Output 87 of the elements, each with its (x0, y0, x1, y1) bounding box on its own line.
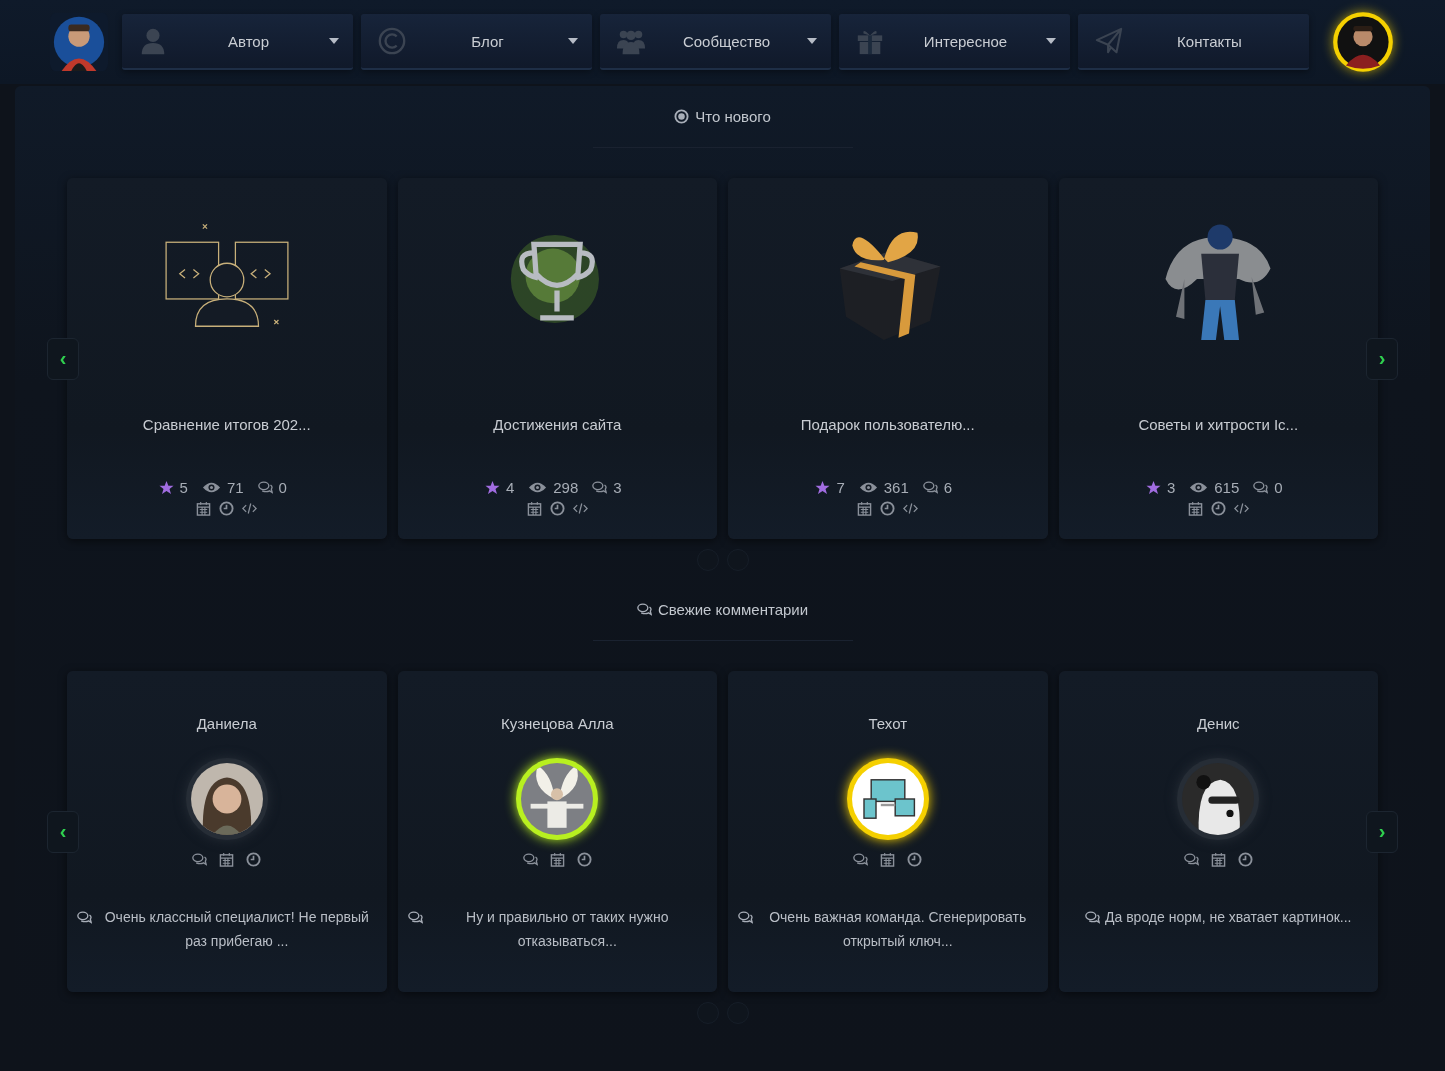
code-icon (572, 501, 588, 516)
comments-icon (522, 852, 538, 867)
calendar-icon (219, 852, 235, 867)
clock-icon (246, 852, 262, 867)
post-card[interactable]: Советы и хитрости Ic... 3 615 0 (1058, 178, 1378, 539)
author-name: Даниела (196, 715, 257, 732)
comments-icon (922, 480, 938, 495)
comment-card[interactable]: Денис Да вроде норм, не хватает картинок... (1058, 671, 1378, 992)
post-card[interactable]: Сравнение итогов 202... 5 71 0 (67, 178, 387, 539)
comments-icon (77, 910, 92, 925)
nav-item[interactable]: Контакты (1078, 14, 1309, 70)
section-title: Свежие комментарии (657, 601, 809, 618)
nav-item[interactable]: Интересное (839, 14, 1070, 70)
author-name: Кузнецова Алла (500, 715, 614, 732)
rating-count: 7 (836, 479, 845, 496)
comment-card[interactable]: Техот Очень важная команда. Сгенерировать открытый ключ... (728, 671, 1048, 992)
paper-plane-icon (1094, 26, 1124, 56)
previous-button[interactable]: ‹ (47, 337, 79, 380)
nav-item[interactable]: Автор (122, 14, 353, 70)
comment-count: 0 (278, 479, 287, 496)
comments-icon (1183, 852, 1199, 867)
comment-excerpt: Очень классный специалист! Не первый раз прибегаю ... (103, 908, 370, 951)
calendar-icon (880, 852, 896, 867)
nav-item[interactable]: Сообщество (600, 14, 831, 70)
clock-icon (219, 501, 235, 516)
comment-excerpt: Ну и правильно от таких нужно отказываться... (465, 908, 670, 951)
clock-icon (907, 852, 923, 867)
rating-count: 4 (505, 479, 515, 496)
view-count: 361 (883, 479, 909, 496)
comments-icon (1085, 910, 1100, 925)
post-title: Подарок пользователю... (800, 416, 975, 433)
view-count: 71 (226, 479, 244, 496)
star-icon (484, 480, 500, 495)
next-button[interactable]: › (1366, 810, 1398, 853)
comments-icon (1253, 480, 1269, 495)
comments-icon (636, 602, 652, 617)
comments-icon (407, 910, 423, 925)
section-title: Что нового (695, 108, 771, 125)
code-icon (903, 501, 919, 516)
clock-icon (576, 852, 592, 867)
calendar-icon (526, 501, 542, 516)
code-icon (1233, 501, 1249, 516)
comments-icon (257, 480, 273, 495)
view-count: 298 (553, 479, 579, 496)
comment-card[interactable]: Даниела Очень классный специалист! Не первый раз прибегаю ... (67, 671, 387, 992)
eye-icon (858, 480, 878, 495)
author-name: Денис (1196, 715, 1240, 732)
clock-icon (549, 501, 565, 516)
clock-icon (880, 501, 896, 516)
clock-icon (1237, 852, 1253, 867)
rating-count: 5 (179, 479, 188, 496)
comment-excerpt: Да вроде норм, не хватает картинок... (1105, 908, 1352, 927)
comment-count: 0 (1274, 479, 1283, 496)
post-title: Достижения сайта (493, 416, 622, 433)
code-icon (242, 501, 258, 516)
star-icon (1145, 480, 1161, 495)
comment-excerpt: Очень важная команда. Сгенерировать открытый ключ... (768, 908, 1028, 951)
calendar-icon (1187, 501, 1203, 516)
calendar-icon (549, 852, 565, 867)
dot-circle-icon (674, 109, 690, 124)
star-icon (158, 480, 174, 495)
post-title: Сравнение итогов 202... (142, 416, 311, 433)
clock-icon (1210, 501, 1226, 516)
next-button[interactable]: › (1366, 337, 1398, 380)
comments-icon (738, 910, 753, 925)
comments-icon (192, 852, 208, 867)
view-count: 615 (1214, 479, 1240, 496)
rating-count: 3 (1166, 479, 1176, 496)
comments-icon (853, 852, 869, 867)
previous-button[interactable]: ‹ (47, 810, 79, 853)
calendar-icon (1210, 852, 1226, 867)
eye-icon (528, 480, 548, 495)
calendar-icon (857, 501, 873, 516)
eye-icon (1189, 480, 1209, 495)
calendar-icon (196, 501, 212, 516)
star-icon (815, 480, 831, 495)
comments-icon (592, 480, 608, 495)
comment-count: 3 (613, 479, 622, 496)
author-name: Техот (868, 715, 908, 732)
comment-card[interactable]: Кузнецова Алла Ну и правильно от таких нужно отказываться... (397, 671, 717, 992)
comment-count: 6 (943, 479, 953, 496)
eye-icon (201, 480, 221, 495)
post-title: Советы и хитрости Ic... (1138, 416, 1299, 433)
copyright-icon (377, 26, 407, 56)
nav-item[interactable]: Блог (361, 14, 592, 70)
post-card[interactable]: Подарок пользователю... 7 361 6 (728, 178, 1048, 539)
post-card[interactable]: Достижения сайта 4 298 3 (397, 178, 717, 539)
